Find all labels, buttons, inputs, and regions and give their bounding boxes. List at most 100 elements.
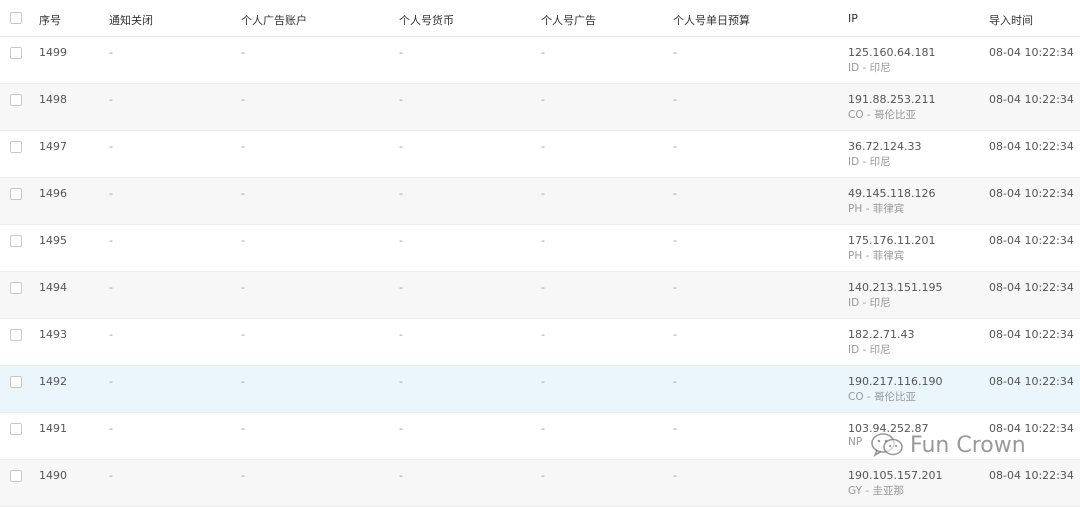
- header-ad-account[interactable]: 个人广告账户: [241, 12, 307, 28]
- row-import-time: 08-04 10:22:34: [989, 469, 1074, 482]
- row-ip-country: PH - 菲律宾: [848, 250, 905, 262]
- row-id: 1497: [39, 140, 67, 153]
- row-ad-account: -: [241, 234, 245, 247]
- row-ip: 140.213.151.195: [848, 281, 943, 294]
- row-budget: -: [673, 187, 677, 200]
- row-ip-country: ID - 印尼: [848, 156, 891, 168]
- row-import-time: 08-04 10:22:34: [989, 375, 1074, 388]
- table-row[interactable]: 1495 - - - - - 175.176.11.201 PH - 菲律宾 0…: [0, 225, 1080, 272]
- row-checkbox[interactable]: [10, 470, 22, 482]
- header-id[interactable]: 序号: [39, 12, 61, 28]
- row-ip-country: GY - 圭亚那: [848, 485, 904, 497]
- row-ad-account: -: [241, 140, 245, 153]
- row-notify: -: [109, 46, 113, 59]
- row-ads: -: [541, 46, 545, 59]
- row-checkbox[interactable]: [10, 235, 22, 247]
- row-id: 1496: [39, 187, 67, 200]
- row-ip-country: PH - 菲律宾: [848, 203, 905, 215]
- row-checkbox[interactable]: [10, 188, 22, 200]
- row-currency: -: [399, 46, 403, 59]
- row-budget: -: [673, 422, 677, 435]
- row-id: 1495: [39, 234, 67, 247]
- row-ip-country: NP: [848, 436, 863, 448]
- row-ip-country: ID - 印尼: [848, 344, 891, 356]
- row-budget: -: [673, 46, 677, 59]
- row-ip: 190.217.116.190: [848, 375, 943, 388]
- row-currency: -: [399, 469, 403, 482]
- row-notify: -: [109, 281, 113, 294]
- row-ip: 190.105.157.201: [848, 469, 943, 482]
- table-row[interactable]: 1498 - - - - - 191.88.253.211 CO - 哥伦比亚 …: [0, 84, 1080, 131]
- row-currency: -: [399, 422, 403, 435]
- row-checkbox[interactable]: [10, 329, 22, 341]
- header-daily-budget[interactable]: 个人号单日预算: [673, 12, 750, 28]
- row-ip: 49.145.118.126: [848, 187, 936, 200]
- table-header: 序号 通知关闭 个人广告账户 个人号货币 个人号广告 个人号单日预算 IP 导入…: [0, 0, 1080, 37]
- row-ads: -: [541, 375, 545, 388]
- row-ads: -: [541, 469, 545, 482]
- row-currency: -: [399, 328, 403, 341]
- row-checkbox[interactable]: [10, 423, 22, 435]
- row-ad-account: -: [241, 93, 245, 106]
- table-body: 1499 - - - - - 125.160.64.181 ID - 印尼 08…: [0, 37, 1080, 507]
- row-id: 1490: [39, 469, 67, 482]
- row-ip-country: ID - 印尼: [848, 297, 891, 309]
- row-ad-account: -: [241, 187, 245, 200]
- table-row-highlighted[interactable]: 1492 - - - - - 190.217.116.190 CO - 哥伦比亚…: [0, 366, 1080, 413]
- table-row[interactable]: 1499 - - - - - 125.160.64.181 ID - 印尼 08…: [0, 37, 1080, 84]
- row-ad-account: -: [241, 328, 245, 341]
- header-notify-close[interactable]: 通知关闭: [109, 12, 153, 28]
- row-ip: 175.176.11.201: [848, 234, 936, 247]
- row-budget: -: [673, 281, 677, 294]
- row-ads: -: [541, 328, 545, 341]
- table-row[interactable]: 1490 - - - - - 190.105.157.201 GY - 圭亚那 …: [0, 460, 1080, 507]
- row-id: 1491: [39, 422, 67, 435]
- table-row[interactable]: 1491 - - - - - 103.94.252.87 NP 08-04 10…: [0, 413, 1080, 460]
- row-ad-account: -: [241, 46, 245, 59]
- row-id: 1493: [39, 328, 67, 341]
- row-ad-account: -: [241, 281, 245, 294]
- row-import-time: 08-04 10:22:34: [989, 281, 1074, 294]
- row-ads: -: [541, 93, 545, 106]
- row-notify: -: [109, 187, 113, 200]
- row-notify: -: [109, 375, 113, 388]
- row-ip: 191.88.253.211: [848, 93, 936, 106]
- row-import-time: 08-04 10:22:34: [989, 422, 1074, 435]
- row-currency: -: [399, 375, 403, 388]
- row-import-time: 08-04 10:22:34: [989, 46, 1074, 59]
- header-ads[interactable]: 个人号广告: [541, 12, 596, 28]
- row-notify: -: [109, 140, 113, 153]
- row-ip: 125.160.64.181: [848, 46, 936, 59]
- row-import-time: 08-04 10:22:34: [989, 187, 1074, 200]
- row-currency: -: [399, 281, 403, 294]
- header-import-time[interactable]: 导入时间: [989, 12, 1033, 28]
- row-notify: -: [109, 234, 113, 247]
- header-currency[interactable]: 个人号货币: [399, 12, 454, 28]
- table-row[interactable]: 1497 - - - - - 36.72.124.33 ID - 印尼 08-0…: [0, 131, 1080, 178]
- row-ip: 103.94.252.87: [848, 422, 929, 435]
- row-ads: -: [541, 234, 545, 247]
- table-row[interactable]: 1494 - - - - - 140.213.151.195 ID - 印尼 0…: [0, 272, 1080, 319]
- row-import-time: 08-04 10:22:34: [989, 93, 1074, 106]
- row-ip-country: ID - 印尼: [848, 62, 891, 74]
- row-budget: -: [673, 375, 677, 388]
- row-import-time: 08-04 10:22:34: [989, 140, 1074, 153]
- select-all-checkbox[interactable]: [10, 12, 22, 24]
- row-checkbox[interactable]: [10, 141, 22, 153]
- row-ads: -: [541, 187, 545, 200]
- row-checkbox[interactable]: [10, 94, 22, 106]
- header-ip[interactable]: IP: [848, 12, 858, 25]
- row-id: 1494: [39, 281, 67, 294]
- row-id: 1498: [39, 93, 67, 106]
- row-currency: -: [399, 187, 403, 200]
- row-budget: -: [673, 140, 677, 153]
- row-ip-country: CO - 哥伦比亚: [848, 109, 917, 121]
- row-ads: -: [541, 281, 545, 294]
- row-checkbox[interactable]: [10, 376, 22, 388]
- row-checkbox[interactable]: [10, 47, 22, 59]
- row-import-time: 08-04 10:22:34: [989, 234, 1074, 247]
- row-checkbox[interactable]: [10, 282, 22, 294]
- table-row[interactable]: 1496 - - - - - 49.145.118.126 PH - 菲律宾 0…: [0, 178, 1080, 225]
- table-row[interactable]: 1493 - - - - - 182.2.71.43 ID - 印尼 08-04…: [0, 319, 1080, 366]
- row-budget: -: [673, 328, 677, 341]
